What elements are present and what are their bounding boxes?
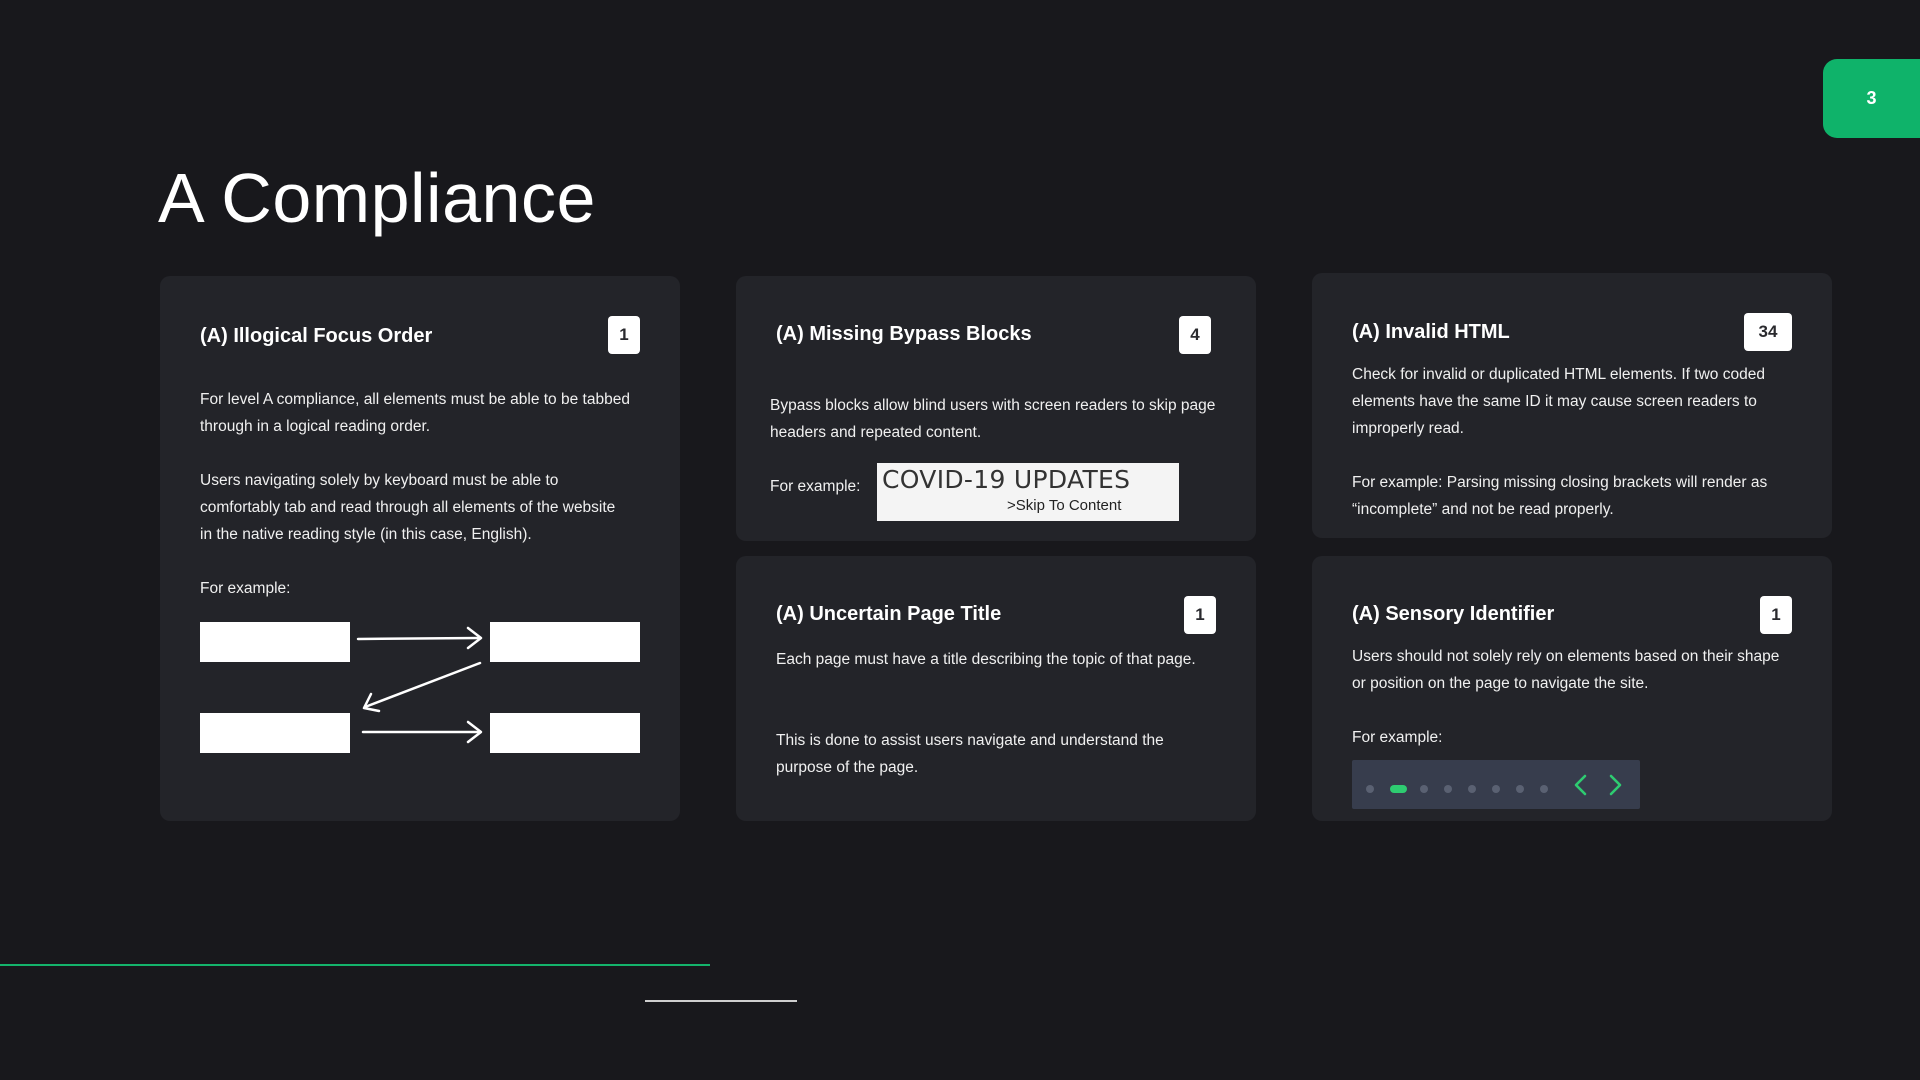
example-heading: COVID-19 UPDATES	[882, 465, 1131, 494]
card-description: Users should not solely rely on elements…	[1352, 648, 1780, 692]
carousel-dot-active[interactable]	[1390, 785, 1407, 793]
card-description: Bypass blocks allow blind users with scr…	[770, 397, 1216, 441]
card-title: (A) Sensory Identifier	[1352, 603, 1555, 625]
card-description: Check for invalid or duplicated HTML ele…	[1352, 366, 1765, 437]
card-invalid-html: (A) Invalid HTML 34 Check for invalid or…	[1312, 273, 1832, 538]
carousel-example	[1352, 760, 1640, 809]
footer-divider-line	[645, 1000, 797, 1002]
card-title: (A) Uncertain Page Title	[776, 603, 1002, 625]
example-label: For example:	[1352, 729, 1443, 746]
carousel-dot[interactable]	[1516, 785, 1524, 793]
chevron-right-icon[interactable]	[1606, 774, 1624, 796]
bypass-example-banner: COVID-19 UPDATES >Skip To Content	[877, 463, 1179, 521]
carousel-dot[interactable]	[1468, 785, 1476, 793]
footer-accent-line	[0, 964, 710, 966]
card-description-secondary: This is done to assist users navigate an…	[776, 732, 1164, 776]
chevron-left-icon[interactable]	[1572, 774, 1590, 796]
issue-count-badge: 1	[1184, 596, 1216, 634]
card-page-title: (A) Uncertain Page Title 1 Each page mus…	[736, 556, 1256, 821]
carousel-dot[interactable]	[1366, 785, 1374, 793]
carousel-dot[interactable]	[1420, 785, 1428, 793]
card-description: Each page must have a title describing t…	[776, 651, 1196, 668]
card-title: (A) Invalid HTML	[1352, 321, 1510, 343]
skip-to-content-link[interactable]: >Skip To Content	[1007, 497, 1121, 514]
page-title: A Compliance	[158, 159, 596, 237]
carousel-dot[interactable]	[1492, 785, 1500, 793]
issue-count-badge: 1	[1760, 596, 1792, 634]
page-number-badge: 3	[1823, 59, 1920, 138]
issue-count-badge: 34	[1744, 313, 1792, 351]
card-description-secondary: For example: Parsing missing closing bra…	[1352, 474, 1768, 518]
arrow-right-icon	[356, 636, 482, 641]
issue-count-badge: 4	[1179, 316, 1211, 354]
card-bypass-blocks: (A) Missing Bypass Blocks 4 Bypass block…	[736, 276, 1256, 541]
carousel-dot[interactable]	[1540, 785, 1548, 793]
arrow-diagonal-icon	[363, 661, 482, 709]
card-title: (A) Missing Bypass Blocks	[776, 323, 1032, 345]
example-label: For example:	[770, 478, 861, 495]
card-sensory-identifier: (A) Sensory Identifier 1 Users should no…	[1312, 556, 1832, 821]
card-focus-order: (A) Illogical Focus Order 1 For level A …	[160, 276, 680, 821]
carousel-dot[interactable]	[1444, 785, 1452, 793]
focus-order-arrows	[356, 626, 483, 744]
